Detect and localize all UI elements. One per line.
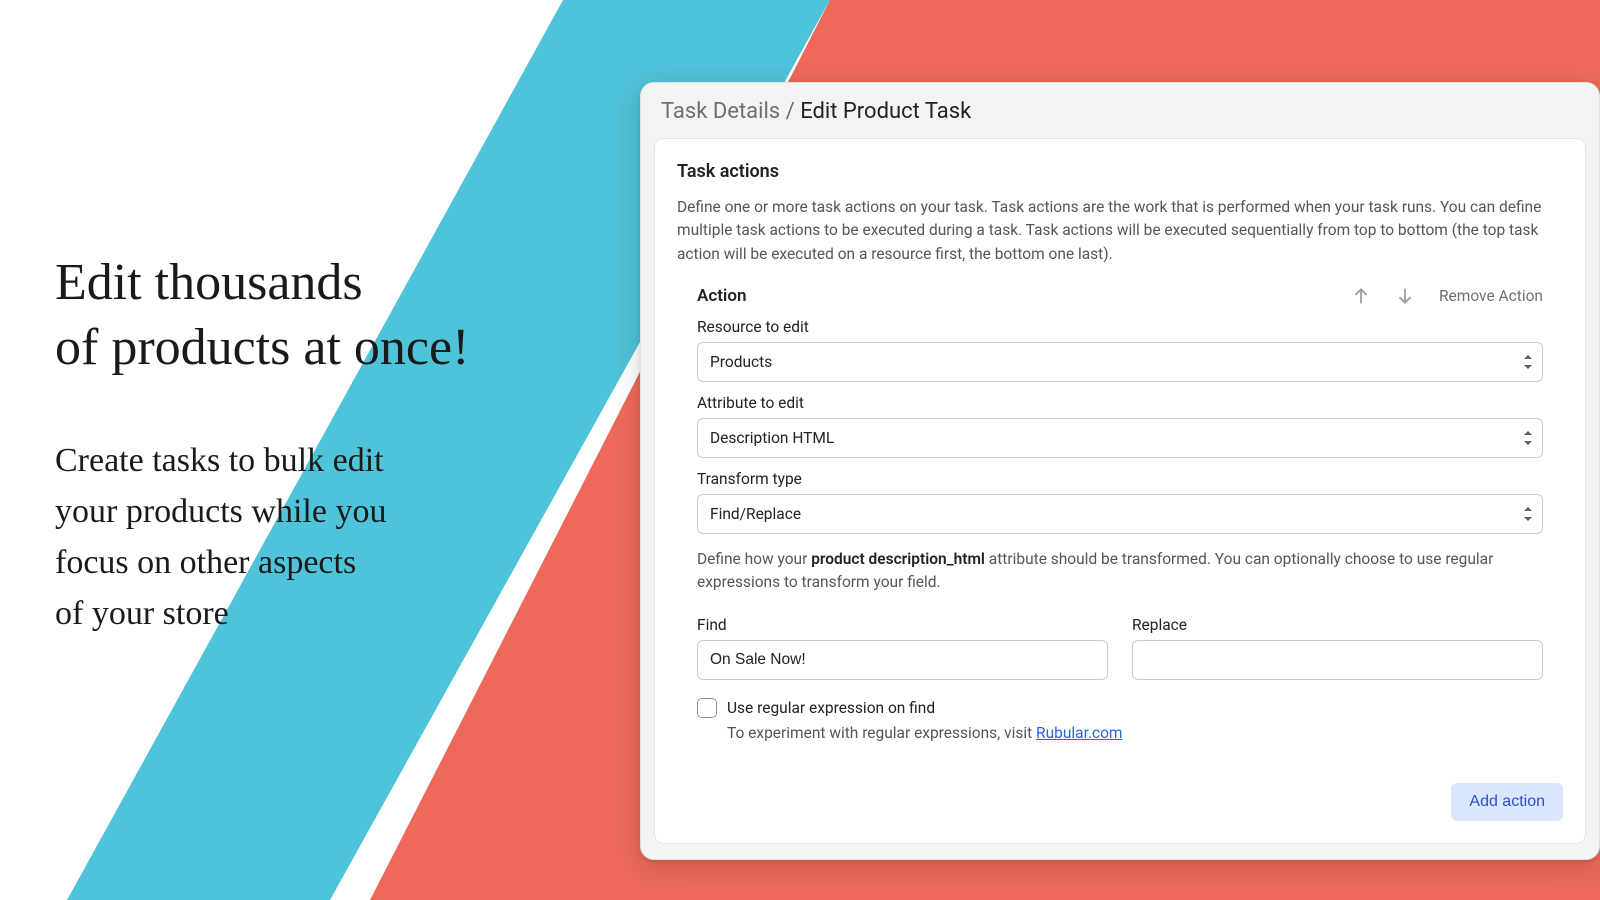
marketing-headline: Edit thousands of products at once! (55, 250, 535, 380)
action-header: Action Remove Action (697, 286, 1543, 306)
replace-input[interactable] (1132, 640, 1543, 680)
regex-hint: To experiment with regular expressions, … (727, 724, 1543, 742)
breadcrumb-current: Edit Product Task (800, 99, 971, 124)
find-label: Find (697, 616, 1108, 634)
transform-description: Define how your product description_html… (697, 548, 1543, 595)
breadcrumb-sep: / (786, 99, 795, 124)
subhead-line1: Create tasks to bulk edit (55, 442, 384, 479)
find-input[interactable] (697, 640, 1108, 680)
resource-select[interactable]: Products (697, 342, 1543, 382)
regex-hint-pre: To experiment with regular expressions, … (727, 724, 1036, 742)
arrow-up-icon[interactable] (1351, 286, 1371, 306)
regex-label: Use regular expression on find (727, 699, 935, 717)
remove-action-button[interactable]: Remove Action (1439, 287, 1543, 305)
action-block: Action Remove Action Resource to edit Pr… (677, 286, 1563, 743)
regex-checkbox[interactable] (697, 698, 717, 718)
headline-line1: Edit thousands (55, 254, 363, 311)
subhead-line4: of your store (55, 595, 229, 632)
task-actions-panel: Task actions Define one or more task act… (654, 138, 1586, 844)
transform-desc-bold: product description_html (811, 550, 985, 568)
marketing-subhead: Create tasks to bulk edit your products … (55, 435, 535, 639)
panel-description: Define one or more task actions on your … (677, 196, 1563, 266)
regex-hint-link[interactable]: Rubular.com (1036, 724, 1123, 742)
transform-value: Find/Replace (710, 505, 801, 523)
transform-desc-pre: Define how your (697, 550, 811, 568)
action-title: Action (697, 286, 746, 306)
subhead-line2: your products while you (55, 493, 386, 530)
subhead-line3: focus on other aspects (55, 544, 356, 581)
marketing-copy: Edit thousands of products at once! Crea… (55, 250, 535, 639)
transform-label: Transform type (697, 470, 1543, 488)
panel-title: Task actions (677, 161, 1563, 182)
breadcrumb: Task Details / Edit Product Task (641, 83, 1599, 138)
app-window: Task Details / Edit Product Task Task ac… (640, 82, 1600, 860)
transform-select[interactable]: Find/Replace (697, 494, 1543, 534)
resource-label: Resource to edit (697, 318, 1543, 336)
arrow-down-icon[interactable] (1395, 286, 1415, 306)
attribute-select[interactable]: Description HTML (697, 418, 1543, 458)
headline-line2: of products at once! (55, 319, 469, 376)
attribute-value: Description HTML (710, 429, 834, 447)
replace-label: Replace (1132, 616, 1543, 634)
resource-value: Products (710, 353, 772, 371)
breadcrumb-parent[interactable]: Task Details (661, 99, 780, 124)
add-action-button[interactable]: Add action (1451, 783, 1563, 821)
attribute-label: Attribute to edit (697, 394, 1543, 412)
